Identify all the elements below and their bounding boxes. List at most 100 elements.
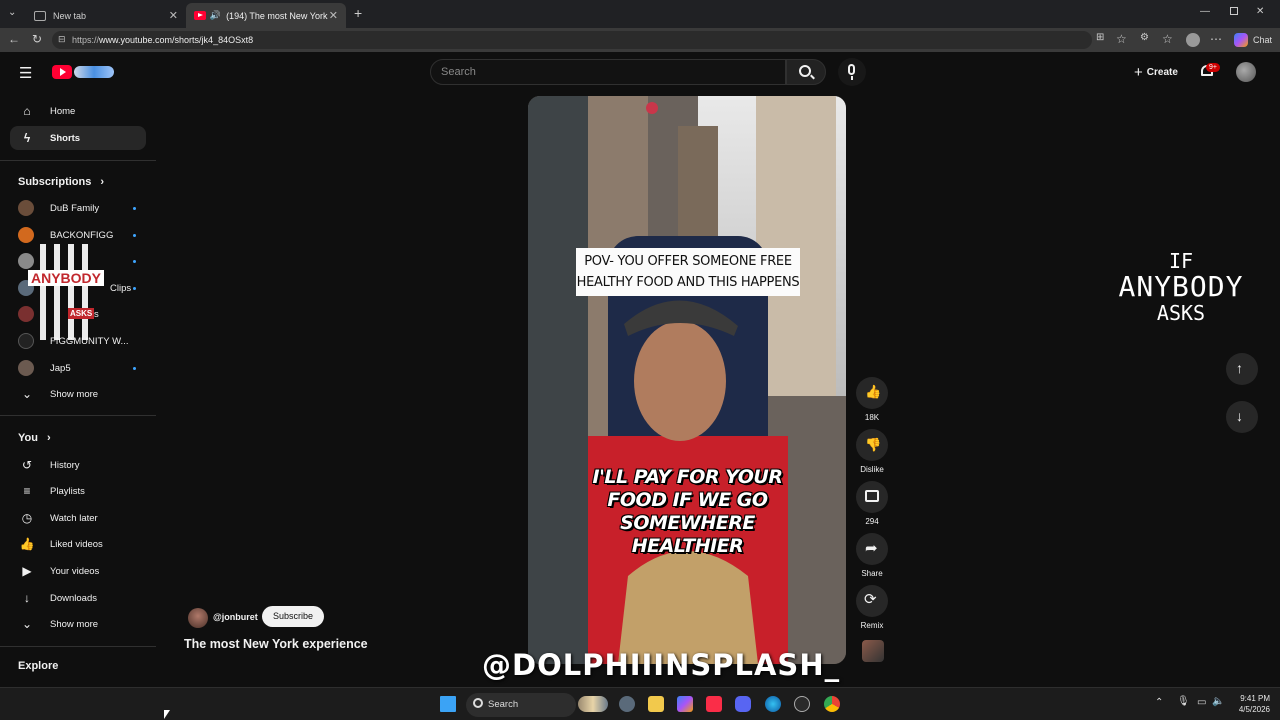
- copilot-app-icon[interactable]: [677, 696, 693, 712]
- mouse-cursor-icon: [164, 710, 170, 719]
- account-avatar[interactable]: [1236, 62, 1256, 82]
- network-icon[interactable]: ▭: [1197, 697, 1206, 708]
- subscription-item[interactable]: DuB Family: [10, 196, 146, 220]
- sidebar-item-home[interactable]: ⌂ Home: [10, 99, 146, 123]
- close-tab-icon[interactable]: ✕: [169, 9, 178, 22]
- restore-icon[interactable]: [1230, 7, 1238, 15]
- previous-short-button[interactable]: ↑: [1226, 353, 1258, 385]
- next-short-button[interactable]: ↓: [1226, 401, 1258, 433]
- app-available-icon[interactable]: ⊞: [1096, 32, 1104, 43]
- video-icon: ▶: [22, 564, 32, 578]
- home-icon: ⌂: [23, 104, 31, 118]
- url-prefix: https://: [72, 35, 100, 45]
- sidebar-item-label: Downloads: [50, 592, 97, 604]
- discord-app-icon[interactable]: [735, 696, 751, 712]
- channel-name[interactable]: @jonburet: [213, 612, 258, 622]
- if-anybody-asks-overlay-left: ANYBODY ASKS: [28, 244, 104, 340]
- music-app-icon[interactable]: [706, 696, 722, 712]
- edge-app-icon[interactable]: [765, 696, 781, 712]
- video-subtitle: I'LL PAY FOR YOUR FOOD IF WE GO SOMEWHER…: [560, 466, 815, 558]
- taskbar-search-label: Search: [488, 699, 519, 710]
- short-video-player[interactable]: [528, 96, 846, 664]
- chrome-app-icon[interactable]: [824, 696, 840, 712]
- url-field[interactable]: ⊟ https://www.youtube.com/shorts/jk4_84O…: [52, 31, 1092, 49]
- search-button[interactable]: [786, 59, 826, 85]
- search-input[interactable]: Search: [430, 59, 786, 85]
- video-title[interactable]: The most New York experience: [184, 637, 368, 651]
- refresh-icon[interactable]: ↻: [32, 32, 42, 46]
- sound-thumbnail[interactable]: [862, 640, 884, 662]
- tab-actions-icon[interactable]: ⌄: [8, 7, 16, 18]
- browser-tab-bar: ⌄ New tab ✕ 🔊 (194) The most New York ex…: [0, 0, 1280, 28]
- overlay-asks-text: ASKS: [68, 308, 95, 319]
- new-tab-icon: [34, 10, 46, 21]
- taskbar-clock[interactable]: 9:41 PM 4/5/2026: [1224, 693, 1270, 715]
- subscription-label: DuB Family: [50, 202, 100, 214]
- copilot-icon[interactable]: [1234, 33, 1248, 47]
- dislike-button[interactable]: 👎: [856, 429, 888, 461]
- search-highlight-icon[interactable]: [578, 696, 608, 712]
- sidebar-item-history[interactable]: ↺ History: [10, 453, 146, 477]
- overlay-asks-text: ASKS: [1156, 301, 1206, 325]
- pov-caption: POV- YOU OFFER SOMEONE FREE HEALTHY FOOD…: [576, 248, 800, 296]
- favorite-star-icon[interactable]: ☆: [1116, 32, 1127, 46]
- extensions-icon[interactable]: ⚙: [1140, 32, 1149, 43]
- profile-icon[interactable]: [1186, 33, 1200, 47]
- show-more-label: Show more: [50, 388, 99, 400]
- notification-badge: 9+: [1206, 63, 1220, 72]
- site-info-icon[interactable]: ⊟: [58, 34, 66, 45]
- you-heading[interactable]: You ›: [18, 432, 51, 444]
- share-button[interactable]: ➦: [856, 533, 888, 565]
- create-button[interactable]: + Create: [1128, 60, 1194, 84]
- overlay-anybody-text: ANYBODY: [28, 270, 104, 286]
- subscriptions-heading[interactable]: Subscriptions ›: [18, 176, 104, 188]
- sidebar-item-shorts[interactable]: ϟ Shorts: [10, 126, 146, 150]
- favorites-icon[interactable]: ☆: [1162, 32, 1173, 46]
- close-tab-icon[interactable]: ✕: [329, 9, 338, 22]
- sidebar-item-your-videos[interactable]: ▶ Your videos: [10, 559, 146, 583]
- steam-app-icon[interactable]: [794, 696, 810, 712]
- minimize-icon[interactable]: —: [1200, 6, 1210, 17]
- tab-youtube[interactable]: 🔊 (194) The most New York exp ✕: [186, 3, 346, 28]
- taskbar-search[interactable]: Search: [466, 693, 576, 717]
- hamburger-menu-icon[interactable]: ☰: [19, 64, 32, 82]
- sidebar-item-playlists[interactable]: ≡ Playlists: [10, 479, 146, 503]
- new-tab-button[interactable]: +: [354, 5, 362, 21]
- store-app-icon[interactable]: [648, 696, 664, 712]
- speaker-icon[interactable]: 🔊: [210, 10, 221, 21]
- sidebar-item-label: Liked videos: [50, 538, 103, 550]
- sidebar-item-downloads[interactable]: ↓ Downloads: [10, 586, 146, 610]
- arrow-down-icon: ↓: [1236, 408, 1243, 424]
- remix-button[interactable]: ⟳: [856, 585, 888, 617]
- youtube-logo[interactable]: [52, 64, 116, 80]
- subscription-item[interactable]: Jap5: [10, 356, 146, 380]
- tray-chevron-icon[interactable]: ⌃: [1155, 697, 1163, 708]
- sidebar-item-liked-videos[interactable]: 👍 Liked videos: [10, 532, 146, 556]
- tab-new-tab[interactable]: New tab ✕: [26, 3, 186, 28]
- arrow-up-icon: ↑: [1236, 360, 1243, 376]
- subscribe-button[interactable]: Subscribe: [262, 606, 324, 627]
- back-icon[interactable]: ←: [8, 32, 20, 46]
- volume-icon[interactable]: 🔈: [1212, 696, 1224, 707]
- thumbs-up-icon: 👍: [19, 537, 35, 551]
- more-menu-icon[interactable]: ⋯: [1210, 32, 1222, 46]
- channel-avatar[interactable]: [188, 608, 208, 628]
- you-show-more[interactable]: ⌄ Show more: [10, 612, 146, 636]
- settings-app-icon[interactable]: [619, 696, 635, 712]
- close-window-icon[interactable]: ✕: [1256, 6, 1264, 17]
- sidebar-item-label: Shorts: [50, 132, 81, 144]
- chat-label[interactable]: Chat: [1253, 35, 1272, 45]
- clock-time: 9:41 PM: [1240, 694, 1270, 703]
- subscriptions-show-more[interactable]: ⌄ Show more: [10, 382, 146, 406]
- comment-count: 294: [865, 517, 879, 526]
- subtitle-line: SOMEWHERE: [620, 512, 755, 534]
- comments-button[interactable]: [856, 481, 888, 513]
- like-button[interactable]: 👍: [856, 377, 888, 409]
- mic-tray-icon[interactable]: 🎙: [1177, 696, 1190, 707]
- windows-start-icon[interactable]: [440, 696, 456, 712]
- voice-search-button[interactable]: [838, 58, 866, 86]
- new-content-dot: [133, 206, 136, 210]
- sidebar: ⌂ Home ϟ Shorts Subscriptions › DuB Fami…: [0, 92, 156, 686]
- subscriptions-heading-label: Subscriptions: [18, 176, 92, 188]
- sidebar-item-watch-later[interactable]: ◷ Watch later: [10, 506, 146, 530]
